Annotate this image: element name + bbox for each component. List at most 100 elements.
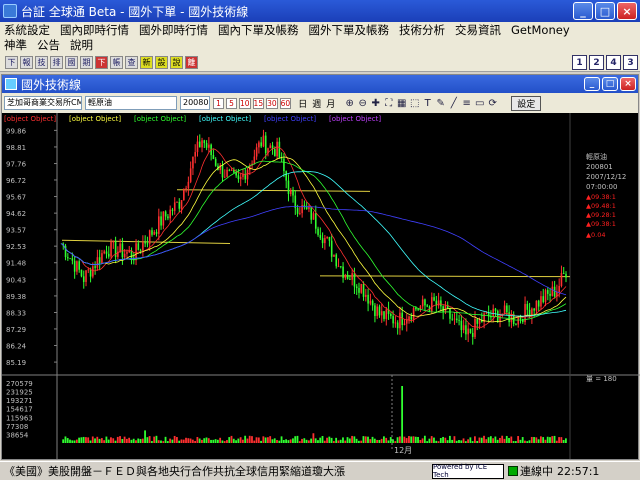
volume-bar xyxy=(203,438,206,443)
candle-body xyxy=(119,243,121,252)
minimize-button[interactable]: _ xyxy=(573,2,593,20)
toolbar-button[interactable]: 查 xyxy=(125,56,138,69)
toolbar-button[interactable]: 排 xyxy=(50,56,63,69)
volume-bar xyxy=(262,436,265,443)
candle-body xyxy=(346,274,349,279)
volume-bar xyxy=(442,436,444,443)
period-button[interactable]: 15 xyxy=(252,97,265,109)
volume-bar xyxy=(130,439,133,443)
period-button[interactable]: 5 xyxy=(226,97,237,109)
volume-bar xyxy=(439,438,442,443)
menu-item[interactable]: 國內下單及帳務 xyxy=(218,23,299,37)
period-unit-button[interactable]: 週 xyxy=(312,97,321,110)
toolbar-button[interactable]: 新 xyxy=(140,56,153,69)
candle-body xyxy=(317,228,319,235)
candle-body xyxy=(287,180,290,195)
volume-bar xyxy=(332,441,335,443)
menu-item[interactable]: 神準 xyxy=(4,38,27,52)
menu-item[interactable]: 說明 xyxy=(70,38,93,52)
layout-button[interactable]: 3 xyxy=(623,55,638,70)
layout-button[interactable]: 2 xyxy=(589,55,604,70)
candle-body xyxy=(474,318,476,337)
toolbar-button[interactable]: 下 xyxy=(95,56,108,69)
refresh-icon[interactable]: ⟳ xyxy=(487,98,498,109)
period-button[interactable]: 60 xyxy=(279,97,292,109)
price-tick-label: 98.81 xyxy=(6,144,26,152)
volume-bar xyxy=(414,436,417,443)
period-unit-button[interactable]: 日 xyxy=(298,97,307,110)
menu-item[interactable]: 國外下單及帳務 xyxy=(309,23,390,37)
toolbar-button[interactable]: 技 xyxy=(35,56,48,69)
toolbar-button[interactable]: 期 xyxy=(80,56,93,69)
sub-minimize-button[interactable]: _ xyxy=(584,77,600,91)
crosshair-icon[interactable]: ✚ xyxy=(370,98,381,109)
menu-item[interactable]: 公告 xyxy=(37,38,60,52)
price-chart[interactable]: [object Object] [object Object] [object Ob… xyxy=(2,113,640,459)
candle-body xyxy=(533,308,535,311)
candle-body xyxy=(362,283,365,297)
close-button[interactable]: × xyxy=(617,2,637,20)
text-icon[interactable]: T xyxy=(422,98,433,109)
sub-close-button[interactable]: × xyxy=(620,77,636,91)
toolbar-button[interactable]: 帳 xyxy=(110,56,123,69)
grid-icon[interactable]: ▦ xyxy=(396,98,407,109)
candle-body xyxy=(180,200,183,209)
exchange-select[interactable]: 芝加哥商業交易所CME xyxy=(4,96,82,110)
candle-body xyxy=(319,234,322,239)
period-button[interactable]: 1 xyxy=(213,97,224,109)
sub-maximize-button[interactable]: □ xyxy=(602,77,618,91)
volume-tick-label: 77308 xyxy=(6,423,28,431)
zoom-out-icon[interactable]: ⊖ xyxy=(357,98,368,109)
volume-bar xyxy=(505,435,508,443)
layout-button[interactable]: 1 xyxy=(572,55,587,70)
toolbar-button[interactable]: 報 xyxy=(20,56,33,69)
ruler-icon[interactable]: ▭ xyxy=(474,98,485,109)
pen-icon[interactable]: ✎ xyxy=(435,98,446,109)
candle-body xyxy=(333,254,335,257)
toolbar-button[interactable]: 下 xyxy=(5,56,18,69)
period-button[interactable]: 10 xyxy=(239,97,251,109)
toolbar-button[interactable]: 國 xyxy=(65,56,78,69)
volume-bar xyxy=(553,435,556,443)
channel-icon[interactable]: ≡ xyxy=(461,98,472,109)
menu-item[interactable]: 交易資訊 xyxy=(455,23,501,37)
price-tick-label: 92.53 xyxy=(6,243,26,251)
zoom-in-icon[interactable]: ⊕ xyxy=(344,98,355,109)
menu-item[interactable]: 技術分析 xyxy=(399,23,445,37)
period-button[interactable]: 30 xyxy=(266,97,278,109)
maximize-button[interactable]: □ xyxy=(595,2,615,20)
menu-item[interactable]: 國外即時行情 xyxy=(139,23,208,37)
candle-body xyxy=(237,175,240,180)
volume-bar xyxy=(107,439,110,443)
menu-item[interactable]: 系統設定 xyxy=(4,23,50,37)
settings-button[interactable]: 設定 xyxy=(511,95,542,111)
toolbar-button[interactable]: 設 xyxy=(155,56,168,69)
volume-bar xyxy=(496,439,499,443)
news-ticker[interactable]: 《美國》美股開盤－ＦＥＤ與各地央行合作共抗全球信用緊縮道瓊大漲 xyxy=(0,463,428,479)
volume-bar xyxy=(357,440,360,443)
line-icon[interactable]: ╱ xyxy=(448,98,459,109)
candle-body xyxy=(358,288,360,293)
toolbar-button[interactable]: 離 xyxy=(185,56,198,69)
clock: 22:57:1 xyxy=(557,464,600,478)
layout-button[interactable]: 4 xyxy=(606,55,621,70)
volume-bar xyxy=(417,436,419,443)
volume-bar xyxy=(269,436,272,443)
candle-body xyxy=(360,283,363,293)
menu-item[interactable]: 國內即時行情 xyxy=(60,23,129,37)
volume-bar xyxy=(146,437,149,443)
volume-bar xyxy=(171,439,174,443)
product-select[interactable]: 輕原油 xyxy=(85,96,177,110)
candle-body xyxy=(160,216,162,226)
menu-item[interactable]: GetMoney xyxy=(511,23,570,37)
expand-icon[interactable]: ⛶ xyxy=(383,98,394,109)
volume-bar xyxy=(360,440,363,443)
candle-body xyxy=(415,308,417,310)
select-icon[interactable]: ⬚ xyxy=(409,98,420,109)
volume-bar xyxy=(342,437,344,443)
candle-body xyxy=(503,305,506,314)
candle-body xyxy=(253,156,256,164)
toolbar-button[interactable]: 說 xyxy=(170,56,183,69)
period-unit-button[interactable]: 月 xyxy=(326,97,335,110)
code-select[interactable]: 200800 xyxy=(180,96,210,110)
